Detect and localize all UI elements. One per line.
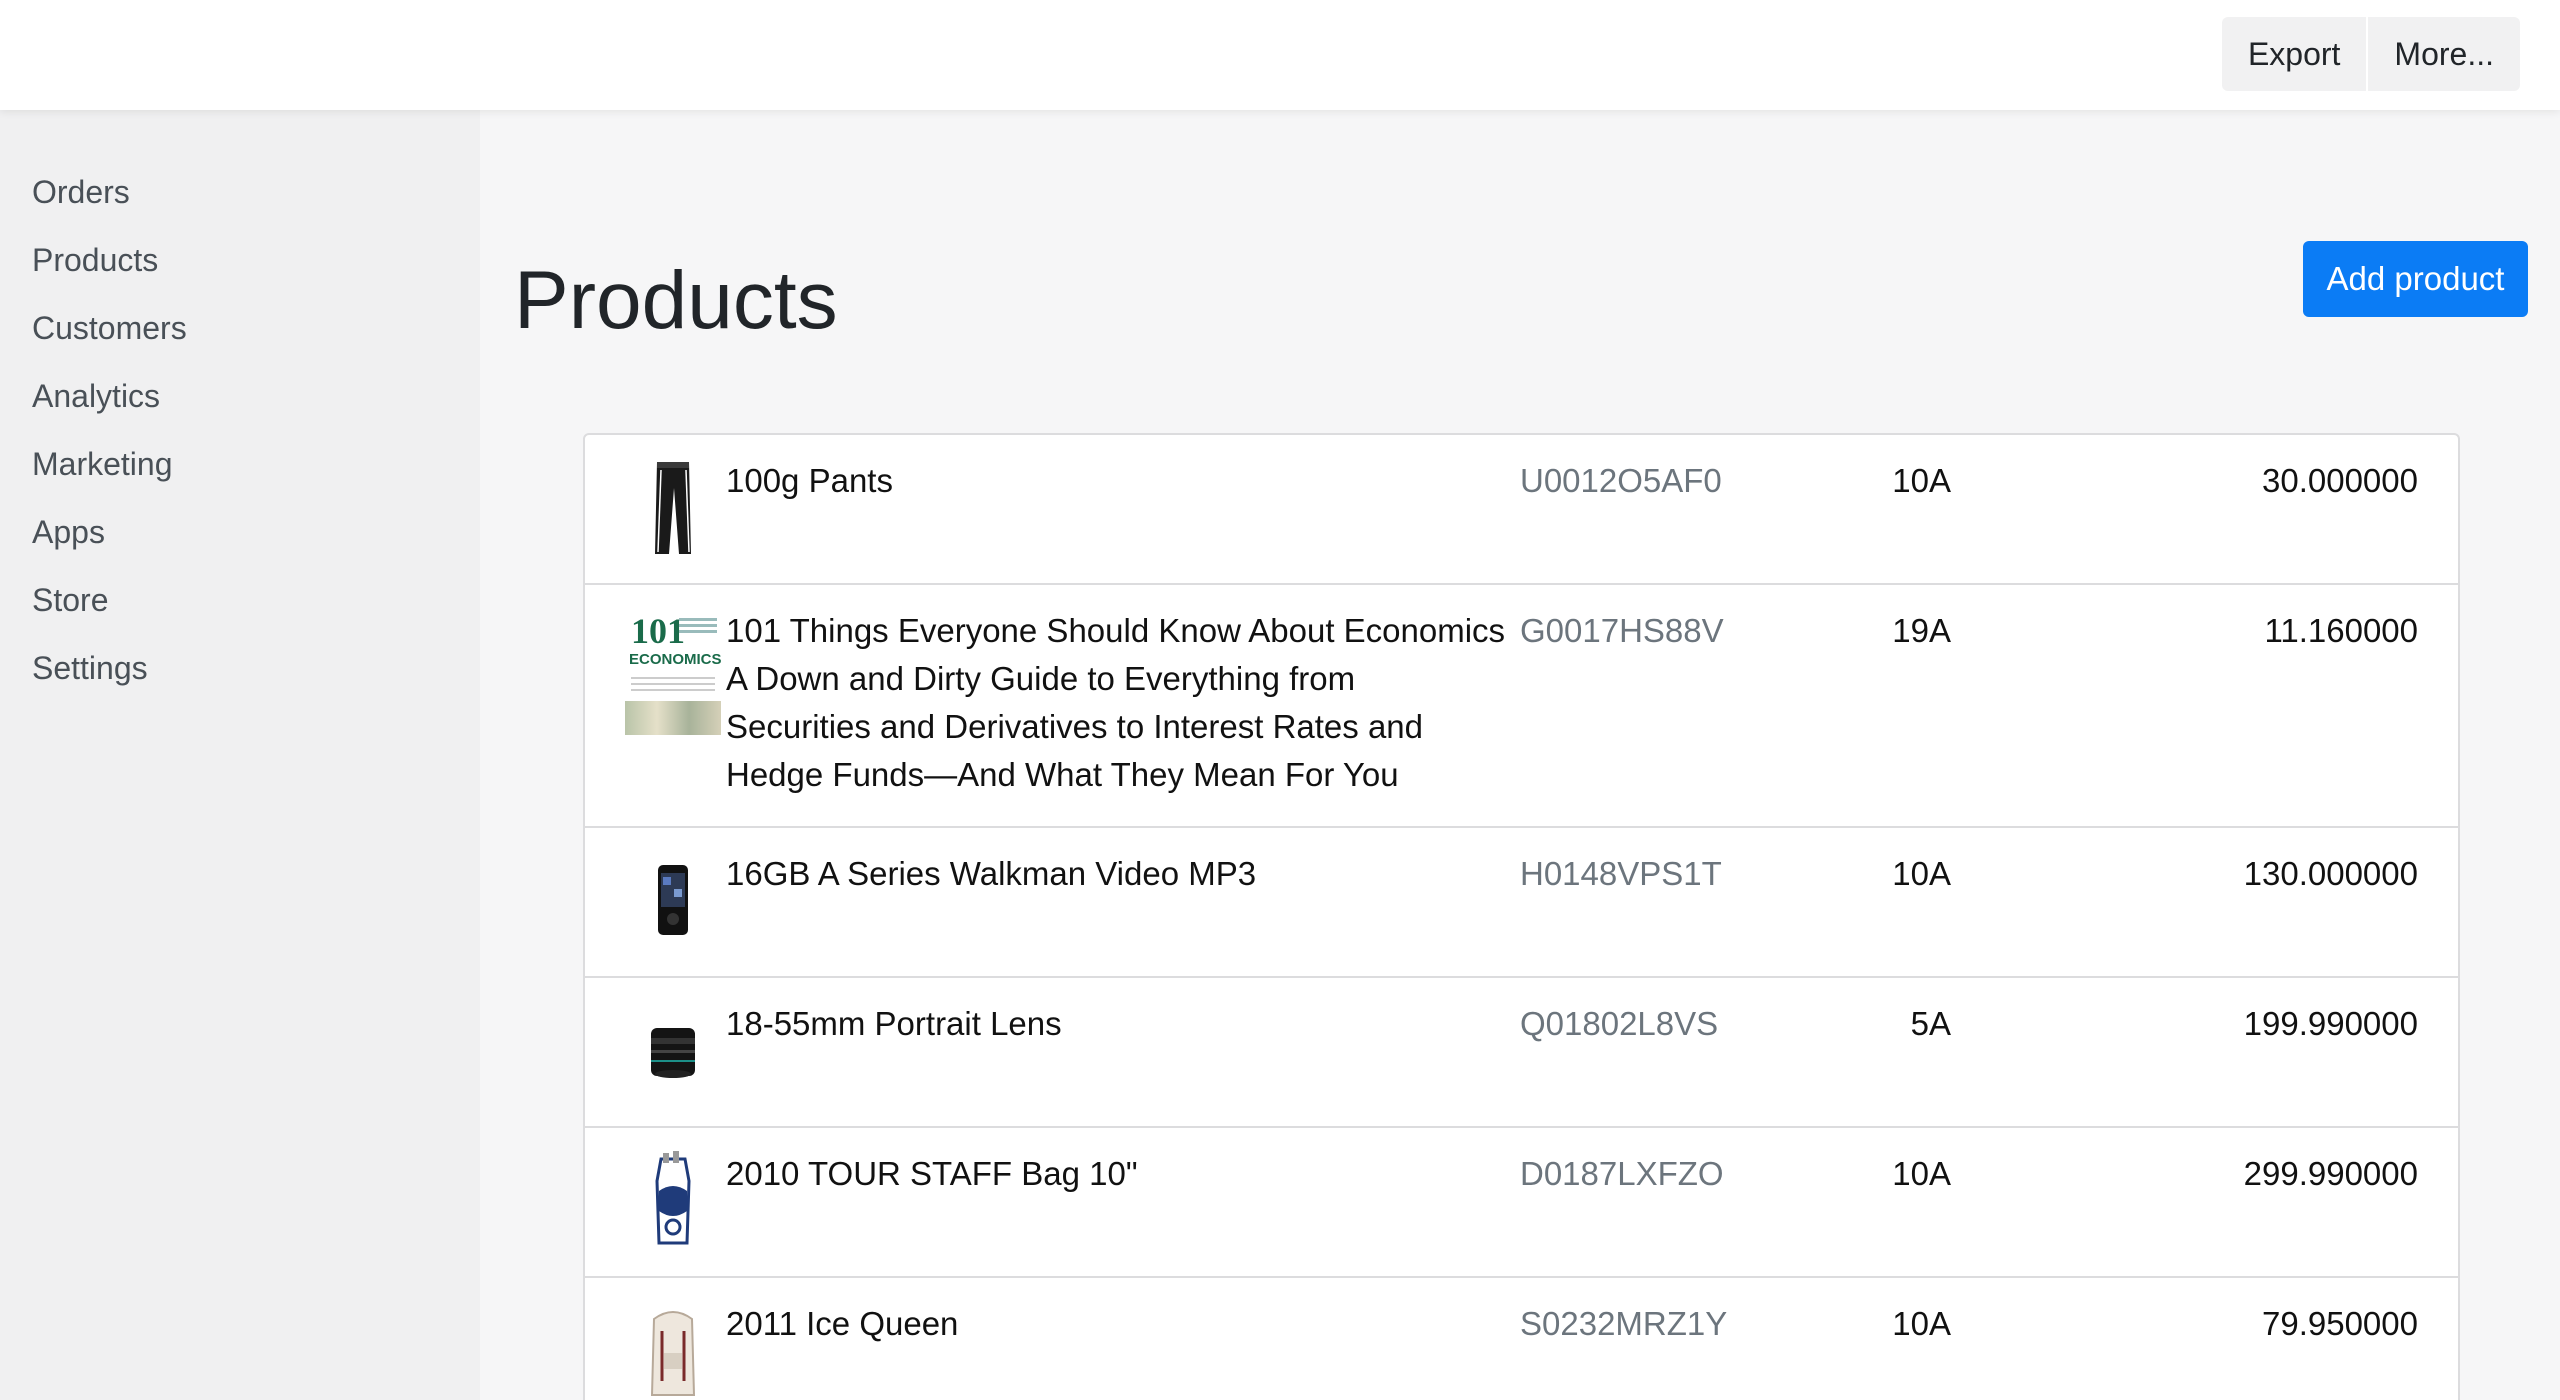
- main-content: Products Add product 100g Pants U0012O5A…: [480, 110, 2560, 1400]
- sidebar-item-analytics[interactable]: Analytics: [0, 362, 480, 430]
- book-cover-number: 101: [631, 611, 685, 651]
- sidebar-item-products[interactable]: Products: [0, 226, 480, 294]
- product-price: 11.160000: [2264, 612, 2418, 649]
- sidebar-item-marketing[interactable]: Marketing: [0, 430, 480, 498]
- page-title: Products: [514, 255, 838, 346]
- sidebar-item-apps[interactable]: Apps: [0, 498, 480, 566]
- mp3-player-icon: [625, 846, 721, 956]
- product-stock: 10A: [1892, 462, 1951, 499]
- table-row[interactable]: 16GB A Series Walkman Video MP3 H0148VPS…: [585, 828, 2458, 978]
- product-sku: Q01802L8VS: [1520, 1005, 1719, 1042]
- top-bar: Export More...: [0, 0, 2560, 110]
- product-price: 199.990000: [2243, 1005, 2418, 1042]
- more-button[interactable]: More...: [2366, 17, 2520, 91]
- sidebar-item-customers[interactable]: Customers: [0, 294, 480, 362]
- book-cover-icon: 101 ECONOMICS: [625, 607, 722, 737]
- product-stock: 5A: [1910, 1005, 1951, 1042]
- table-row[interactable]: 2011 Ice Queen S0232MRZ1Y 10A 79.950000: [585, 1278, 2458, 1400]
- camera-lens-icon: [625, 996, 721, 1106]
- add-product-button[interactable]: Add product: [2303, 241, 2528, 317]
- product-name[interactable]: 2011 Ice Queen: [726, 1300, 1506, 1348]
- product-stock: 10A: [1892, 1305, 1951, 1342]
- product-name[interactable]: 18-55mm Portrait Lens: [726, 1000, 1506, 1048]
- product-sku: G0017HS88V: [1520, 612, 1724, 649]
- product-sku: H0148VPS1T: [1520, 855, 1722, 892]
- header-actions: Export More...: [2221, 17, 2520, 91]
- table-row[interactable]: 2010 TOUR STAFF Bag 10" D0187LXFZO 10A 2…: [585, 1128, 2458, 1278]
- backpack-icon: [625, 1296, 721, 1400]
- product-price: 79.950000: [2262, 1305, 2418, 1342]
- export-button[interactable]: Export: [2222, 17, 2366, 91]
- product-price: 299.990000: [2243, 1155, 2418, 1192]
- sidebar-item-store[interactable]: Store: [0, 566, 480, 634]
- sidebar: Orders Products Customers Analytics Mark…: [0, 110, 480, 1400]
- product-name[interactable]: 16GB A Series Walkman Video MP3: [726, 850, 1506, 898]
- products-table: 100g Pants U0012O5AF0 10A 30.000000 101 …: [583, 433, 2460, 1400]
- product-stock: 10A: [1892, 1155, 1951, 1192]
- table-row[interactable]: 18-55mm Portrait Lens Q01802L8VS 5A 199.…: [585, 978, 2458, 1128]
- product-sku: D0187LXFZO: [1520, 1155, 1724, 1192]
- product-stock: 19A: [1892, 612, 1951, 649]
- sidebar-item-orders[interactable]: Orders: [0, 158, 480, 226]
- product-price: 30.000000: [2262, 462, 2418, 499]
- book-cover-word: ECONOMICS: [629, 651, 722, 668]
- golf-bag-icon: [625, 1146, 721, 1256]
- pants-icon: [625, 453, 721, 563]
- table-row[interactable]: 100g Pants U0012O5AF0 10A 30.000000: [585, 435, 2458, 585]
- product-price: 130.000000: [2243, 855, 2418, 892]
- product-name[interactable]: 2010 TOUR STAFF Bag 10": [726, 1150, 1506, 1198]
- product-sku: U0012O5AF0: [1520, 462, 1722, 499]
- sidebar-item-settings[interactable]: Settings: [0, 634, 480, 702]
- product-name[interactable]: 100g Pants: [726, 457, 1506, 505]
- product-stock: 10A: [1892, 855, 1951, 892]
- product-sku: S0232MRZ1Y: [1520, 1305, 1728, 1342]
- product-name[interactable]: 101 Things Everyone Should Know About Ec…: [726, 607, 1506, 799]
- table-row[interactable]: 101 ECONOMICS 101 Things Everyone Should…: [585, 585, 2458, 828]
